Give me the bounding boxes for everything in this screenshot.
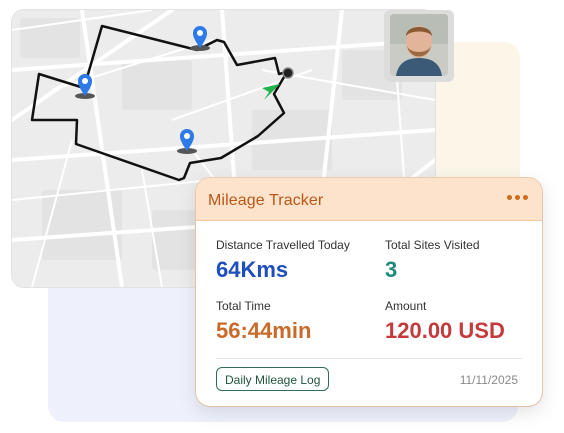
time-value: 56:44min (216, 318, 312, 343)
amount-value: 120.00 USD (385, 318, 505, 343)
distance-label: Distance Travelled Today (216, 238, 350, 252)
daily-mileage-log-button[interactable]: Daily Mileage Log (216, 367, 330, 391)
distance-value: 64Kms (216, 257, 289, 282)
card-title: Mileage Tracker (208, 192, 324, 209)
mileage-tracker-card: Mileage Tracker Distance Travelled Today… (196, 178, 542, 406)
user-avatar[interactable] (390, 14, 448, 76)
card-divider (216, 358, 522, 359)
log-date: 11/11/2025 (459, 373, 518, 387)
amount-label: Amount (385, 299, 427, 313)
sites-value: 3 (385, 257, 398, 282)
sites-label: Total Sites Visited (385, 238, 480, 252)
card-header: Mileage Tracker (196, 178, 542, 221)
destination-dot (282, 67, 294, 79)
time-label: Total Time (216, 299, 271, 313)
more-dots-icon[interactable] (507, 195, 528, 200)
user-avatar-frame (384, 10, 454, 82)
